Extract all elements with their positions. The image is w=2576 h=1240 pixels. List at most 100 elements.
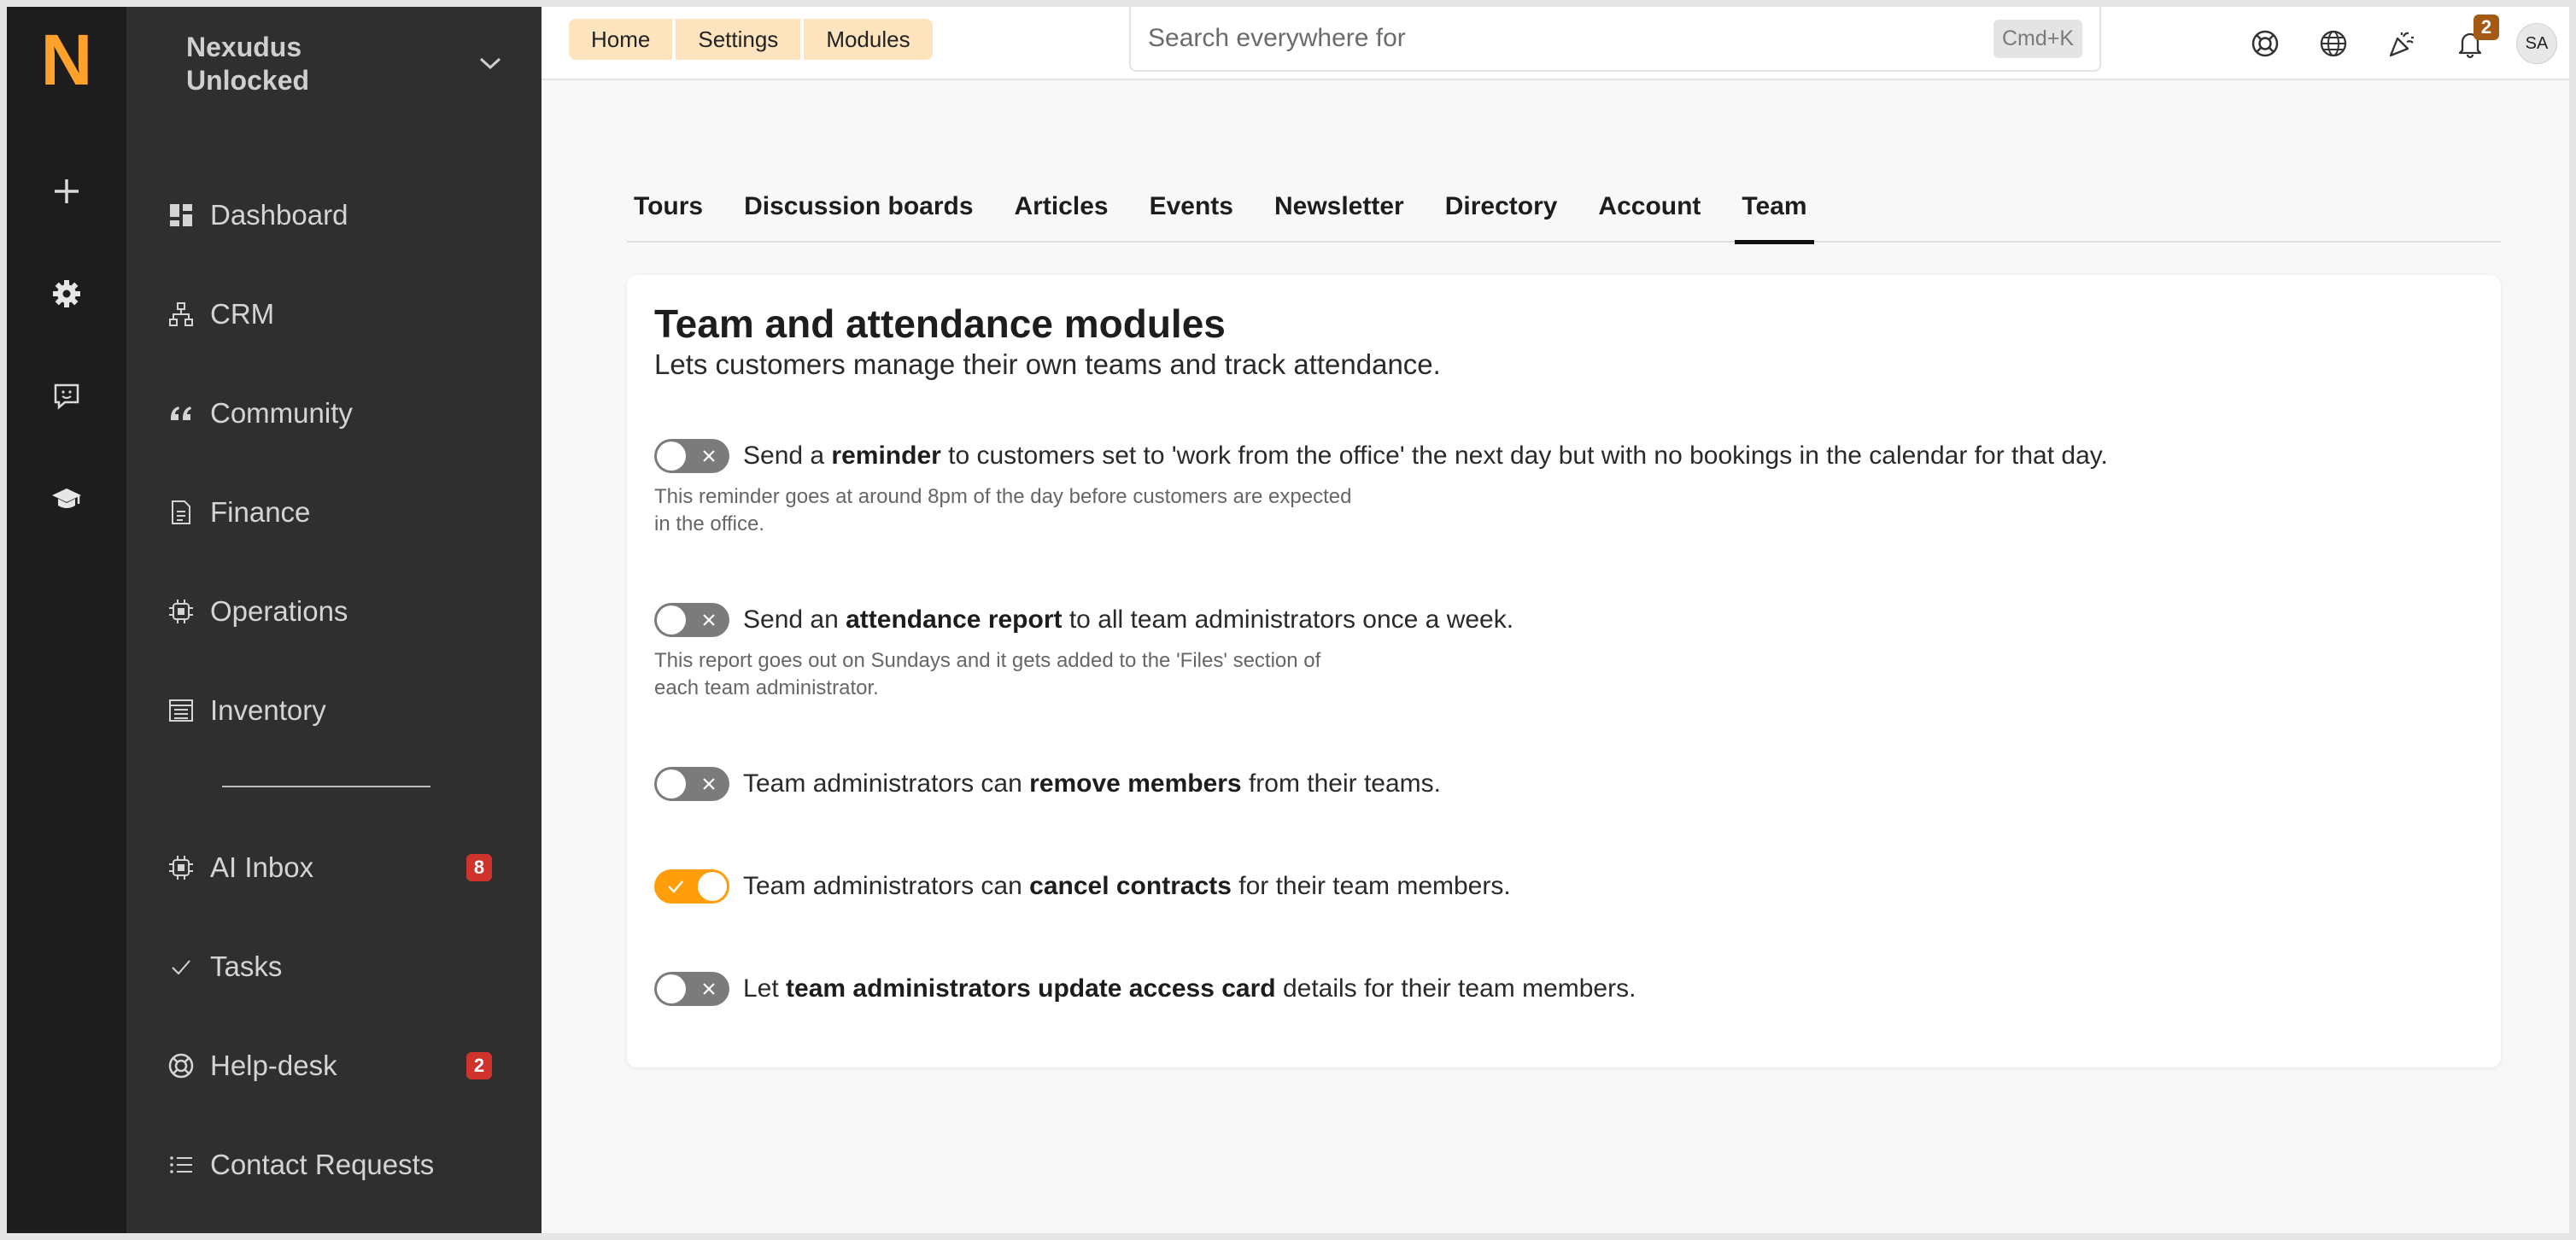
top-bar: Home Settings Modules Cmd+K <box>542 7 2569 80</box>
tab-events[interactable]: Events <box>1143 174 1240 243</box>
sidebar-item-label: Tasks <box>210 950 283 982</box>
breadcrumb-modules[interactable]: Modules <box>804 19 933 60</box>
graduation-cap-icon <box>52 488 81 508</box>
search-shortcut-hint: Cmd+K <box>1993 19 2082 58</box>
nexudus-logo[interactable]: N <box>41 24 93 106</box>
notifications-button[interactable]: 2 <box>2436 9 2504 78</box>
setting-label: Team administrators can remove members f… <box>743 769 1442 798</box>
app-frame: N Nexudus Unlocked Dashboard CRM Communi… <box>7 7 2569 1233</box>
x-icon <box>703 983 715 995</box>
dashboard-icon <box>170 204 192 226</box>
tab-tours[interactable]: Tours <box>627 174 710 243</box>
module-tabs: Tours Discussion boards Articles Events … <box>627 174 2501 244</box>
language-button[interactable] <box>2299 9 2368 78</box>
org-switcher[interactable]: Nexudus Unlocked <box>186 31 511 108</box>
add-button[interactable] <box>32 157 101 225</box>
count-badge: 8 <box>466 854 492 881</box>
sidebar-nav-secondary: AI Inbox 8 Tasks Help-desk 2 Contact Req… <box>167 818 509 1214</box>
icon-rail: N <box>7 7 126 1233</box>
sidebar-item-tasks[interactable]: Tasks <box>167 917 509 1016</box>
setting-remove-members: Team administrators can remove members f… <box>654 765 1441 803</box>
page-title: Team and attendance modules <box>654 301 1226 346</box>
academy-button[interactable] <box>32 465 101 533</box>
main-content: Home Settings Modules Cmd+K <box>542 7 2569 1233</box>
breadcrumb: Home Settings Modules <box>569 19 936 60</box>
party-popper-icon <box>2389 32 2414 57</box>
x-icon <box>703 450 715 462</box>
tab-directory[interactable]: Directory <box>1438 174 1565 243</box>
help-button[interactable] <box>2231 9 2299 78</box>
search-input[interactable] <box>1148 24 1993 53</box>
check-icon <box>172 960 190 975</box>
remove-members-toggle[interactable] <box>654 767 729 801</box>
top-actions: 2 SA <box>2231 7 2569 80</box>
tab-team[interactable]: Team <box>1735 174 1814 244</box>
breadcrumb-settings[interactable]: Settings <box>676 19 801 60</box>
settings-button[interactable] <box>32 260 101 328</box>
tab-newsletter[interactable]: Newsletter <box>1268 174 1411 243</box>
sidebar-item-label: Contact Requests <box>210 1149 435 1180</box>
list-icon <box>170 1156 192 1173</box>
sidebar-item-label: Community <box>210 397 353 429</box>
chat-feedback-icon <box>54 383 79 410</box>
sidebar-item-finance[interactable]: Finance <box>167 463 509 562</box>
gear-icon <box>53 280 80 307</box>
tab-articles[interactable]: Articles <box>1008 174 1115 243</box>
toggle-knob <box>657 974 686 1003</box>
avatar[interactable]: SA <box>2516 23 2557 64</box>
sidebar-item-operations[interactable]: Operations <box>167 562 509 661</box>
setting-label: Team administrators can cancel contracts… <box>743 872 1511 900</box>
chevron-down-icon <box>479 57 501 70</box>
sidebar-nav: Dashboard CRM Community Finance Operatio… <box>167 166 509 813</box>
access-card-toggle[interactable] <box>654 972 729 1006</box>
globe-icon <box>2320 30 2347 57</box>
sidebar-item-contact-requests[interactable]: Contact Requests <box>167 1115 509 1214</box>
sidebar-item-label: CRM <box>210 298 275 330</box>
notification-count-badge: 2 <box>2474 15 2499 40</box>
sidebar-item-label: Help-desk <box>210 1050 337 1081</box>
setting-reminder: Send a reminder to customers set to 'wor… <box>654 437 2108 538</box>
setting-label: Send an attendance report to all team ad… <box>743 605 1514 634</box>
reminder-toggle[interactable] <box>654 439 729 473</box>
sidebar-item-help-desk[interactable]: Help-desk 2 <box>167 1016 509 1115</box>
org-name: Nexudus Unlocked <box>186 32 310 96</box>
plus-icon <box>55 179 79 203</box>
sidebar-item-ai-inbox[interactable]: AI Inbox 8 <box>167 818 509 917</box>
sidebar-item-label: AI Inbox <box>210 851 314 883</box>
x-icon <box>703 778 715 790</box>
sidebar-item-label: Operations <box>210 595 348 627</box>
page-subtitle: Lets customers manage their own teams an… <box>654 348 1441 380</box>
sidebar-item-inventory[interactable]: Inventory <box>167 661 509 760</box>
setting-access-card: Let team administrators update access ca… <box>654 970 1636 1008</box>
quote-icon <box>171 407 191 420</box>
x-icon <box>703 614 715 626</box>
sidebar-item-label: Dashboard <box>210 199 348 231</box>
sidebar-divider <box>222 786 430 787</box>
network-icon <box>169 302 193 326</box>
cancel-contracts-toggle[interactable] <box>654 869 729 904</box>
check-icon <box>668 880 683 893</box>
document-icon <box>172 500 190 524</box>
toggle-knob <box>657 605 686 635</box>
toggle-knob <box>657 442 686 471</box>
breadcrumb-home[interactable]: Home <box>569 19 673 60</box>
count-badge: 2 <box>466 1052 492 1079</box>
setting-help-text: This report goes out on Sundays and it g… <box>654 649 1321 699</box>
global-search[interactable]: Cmd+K <box>1129 7 2101 72</box>
setting-attendance-report: Send an attendance report to all team ad… <box>654 601 1513 702</box>
sidebar-item-dashboard[interactable]: Dashboard <box>167 166 509 265</box>
setting-label: Let team administrators update access ca… <box>743 974 1636 1003</box>
team-modules-card: Team and attendance modules Lets custome… <box>627 275 2501 1067</box>
sidebar-item-crm[interactable]: CRM <box>167 265 509 364</box>
list-box-icon <box>169 699 193 722</box>
chip-icon <box>169 856 193 880</box>
feedback-button[interactable] <box>32 362 101 430</box>
tab-discussion-boards[interactable]: Discussion boards <box>737 174 980 243</box>
tab-account[interactable]: Account <box>1591 174 1707 243</box>
attendance-report-toggle[interactable] <box>654 603 729 637</box>
sidebar-item-label: Inventory <box>210 694 326 726</box>
sidebar-item-community[interactable]: Community <box>167 364 509 463</box>
whats-new-button[interactable] <box>2368 9 2436 78</box>
chip-icon <box>169 600 193 623</box>
sidebar-item-label: Finance <box>210 496 311 528</box>
